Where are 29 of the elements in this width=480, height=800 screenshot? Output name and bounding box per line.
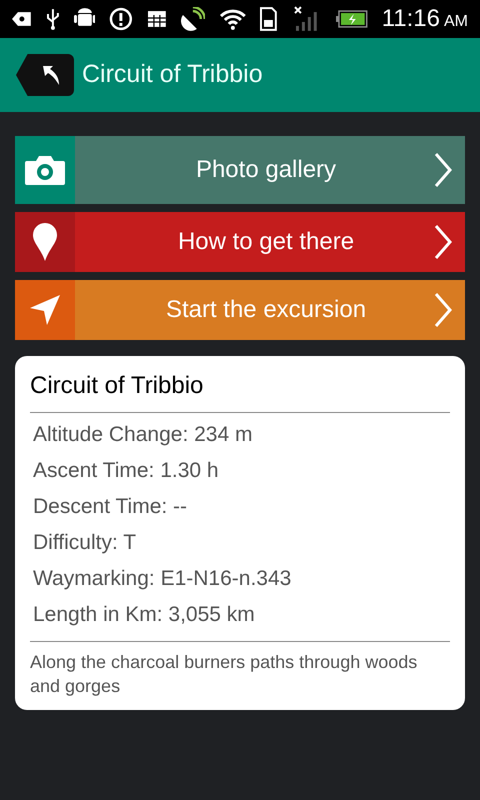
calendar-icon [147,10,167,28]
header-title: Circuit of Tribbio [82,59,263,90]
clock-time: 11:16 [382,4,440,34]
wifi-icon [218,8,246,30]
map-pin-icon [32,222,58,262]
clock-period: AM [444,12,468,32]
navigation-arrow-icon [29,294,61,326]
satellite-icon [181,7,205,31]
menu-button[interactable]: How to get there [15,212,465,272]
description-text: Along the charcoal burners paths through woods and gorges [30,651,418,698]
chevron-right-icon [433,291,453,329]
card-title: Circuit of Tribbio [30,368,450,413]
detail-text: Descent Time: -- [32,494,188,520]
chevron-right-icon [433,151,453,189]
menu-button[interactable]: Photo gallery [15,136,465,204]
usb-icon [46,8,60,30]
detail-text: Waymarking: E1-N16-n.343 [32,566,292,592]
detail-text: Difficulty: T [32,530,138,556]
tag-icon [12,11,32,27]
detail-text: Length in Km: 3,055 km [32,602,256,628]
chevron-right-icon [433,223,453,261]
menu-button[interactable]: Start the excursion [15,280,465,340]
alert-icon [109,7,134,31]
detail-text: Altitude Change: 234 m [32,422,254,448]
back-button[interactable] [16,54,74,96]
detail-text: Ascent Time: 1.30 h [32,458,220,484]
battery-icon [336,10,368,28]
camera-icon [24,154,66,186]
back-arrow-icon [41,64,61,86]
